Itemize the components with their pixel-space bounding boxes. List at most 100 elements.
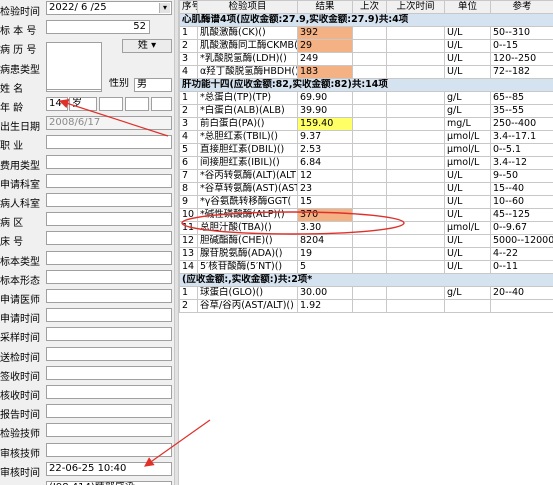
cell-result: 159.40 [297,117,353,131]
cell-result: 183 [297,65,353,79]
group-header-row[interactable]: 心肌酶谱4项(应收金额:27.9,实收金额:27.9)共:4项 [179,13,553,27]
field-input-brks[interactable] [46,193,172,207]
field-input-jyjs[interactable] [46,423,172,438]
field-input-bblx[interactable] [46,250,172,265]
column-header[interactable]: 序号 [179,0,198,14]
patient-id-box[interactable] [46,42,102,90]
result-row[interactable]: 11 总胆汁酸(TBA)() 3.30 μmol/L 0--9.67 [179,221,553,235]
column-header[interactable]: 上次时间 [386,0,445,14]
age-extra-input[interactable] [99,97,123,111]
field-input-sjsj[interactable] [46,346,172,361]
cell-reference: 0--15 [490,39,553,53]
field-input-hjsj[interactable] [46,385,172,399]
field-input-bbh[interactable]: 52 [46,20,150,35]
result-row[interactable]: 7 *谷丙转氨酶(ALT)(ALT 12 U/L 9--50 [179,169,553,183]
cell-unit: U/L [444,39,491,53]
field-row-bq: 病 区 [0,211,174,230]
result-row[interactable]: 10 *碱性磷酸酶(ALP)() 370 U/L 45--125 [179,208,553,222]
field-input-cysj[interactable] [46,327,172,342]
field-input-bbxt[interactable] [46,269,172,284]
result-row[interactable]: 8 *谷草转氨酶(AST)(AST 23 U/L 15--40 [179,182,553,196]
field-input-sqys[interactable] [46,289,172,303]
date-dropdown-icon[interactable]: ▾ [159,3,170,13]
field-input-shjs[interactable] [46,442,172,457]
result-row[interactable]: 2 谷草/谷丙(AST/ALT)() 1.92 [179,299,553,313]
result-row[interactable]: 1 *总蛋白(TP)(TP) 69.90 g/L 65--85 [179,91,553,105]
column-header[interactable]: 参考 [490,0,553,14]
age-extra-input[interactable] [151,97,172,111]
field-input-zy[interactable] [46,135,172,150]
cell-reference: 250--400 [490,117,553,131]
cell-unit: μmol/L [444,221,491,235]
field-row-sqks: 申请科室 [0,173,174,192]
result-row[interactable]: 14 5′核苷酸酶(5′NT)() 5 U/L 0--11 [179,260,553,274]
field-input-ch[interactable] [46,231,172,246]
result-row[interactable]: 12 胆碱酯酶(CHE)() 8204 U/L 5000--12000 [179,234,553,248]
field-input-nl[interactable]: 14 [46,97,68,111]
cell-last-time [386,52,445,66]
result-row[interactable]: 2 肌酸激酶同工酶CKMB() 29 U/L 0--15 [179,39,553,53]
cell-item-name: 肌酸激酶同工酶CKMB() [197,39,298,53]
cell-index: 5 [179,143,198,157]
age-extra-input[interactable] [125,97,149,111]
field-row-lczd: 临床诊断(J98.414)肺部感染 [0,480,174,485]
cell-unit: mg/L [444,117,491,131]
field-row-zy: 职 业 [0,134,174,153]
field-input-sqsj[interactable] [46,308,172,323]
field-label-zy: 职 业 [0,141,24,153]
field-row-sqsj: 申请时间 [0,307,174,326]
age-unit[interactable]: 岁 [69,97,97,111]
field-input-bq[interactable] [46,212,172,227]
cell-index: 1 [179,91,198,105]
column-header[interactable]: 上次 [352,0,387,14]
cell-last-time [386,195,445,209]
group-header-row[interactable]: 肝功能十四(应收金额:82,实收金额:82)共:14项 [179,78,553,92]
cell-item-name: 肌酸激酶(CK)() [197,26,298,40]
field-row-ch: 床 号 [0,230,174,249]
result-row[interactable]: 1 肌酸激酶(CK)() 392 U/L 50--310 [179,26,553,40]
field-input-lczd[interactable]: (J98.414)肺部感染 [46,481,172,485]
result-row[interactable]: 4 *总胆红素(TBIL)() 9.37 μmol/L 3.4--17.1 [179,130,553,144]
cell-unit: U/L [444,195,491,209]
field-row-shsj: 审核时间 22-06-25 10:40 [0,461,174,480]
field-input-qssj[interactable] [46,365,172,380]
field-input-csrq[interactable]: 2008/6/17 [46,116,172,131]
sex-input[interactable]: 男 [134,77,172,92]
cell-unit: U/L [444,65,491,79]
result-row[interactable]: 5 直接胆红素(DBIL)() 2.53 μmol/L 0--5.1 [179,143,553,157]
cell-result: 2.53 [297,143,353,157]
cell-reference: 72--182 [490,65,553,79]
field-input-bgsj[interactable] [46,404,172,419]
field-label-csrq: 出生日期 [0,122,40,134]
cell-reference: 4--22 [490,247,553,261]
cell-item-name: *γ谷氨酰转移酶GGT( [197,195,298,209]
result-row[interactable]: 4 α羟丁酸脱氢酶HBDH() 183 U/L 72--182 [179,65,553,79]
cell-reference: 0--9.67 [490,221,553,235]
group-title: 心肌酶谱4项(应收金额:27.9,实收金额:27.9)共:4项 [179,13,553,27]
column-header[interactable]: 结果 [297,0,353,14]
result-row[interactable]: 3 *乳酸脱氢酶(LDH)() 249 U/L 120--250 [179,52,553,66]
result-row[interactable]: 2 *白蛋白(ALB)(ALB) 39.90 g/L 35--55 [179,104,553,118]
cell-unit: g/L [444,91,491,105]
cell-unit: μmol/L [444,156,491,170]
result-row[interactable]: 9 *γ谷氨酰转移酶GGT(15 U/L 10--60 [179,195,553,209]
column-header[interactable]: 检验项目 [197,0,298,14]
result-row[interactable]: 6 间接胆红素(IBIL)() 6.84 μmol/L 3.4--12 [179,156,553,170]
cell-last-time [386,247,445,261]
cell-last-time [386,130,445,144]
result-row[interactable]: 13 腺苷脱氨酶(ADA)() 19 U/L 4--22 [179,247,553,261]
field-label-qssj: 签收时间 [0,371,40,383]
field-input-sqks[interactable] [46,173,172,188]
result-row[interactable]: 3 前白蛋白(PA)() 159.40 mg/L 250--400 [179,117,553,131]
cell-reference: 15--40 [490,182,553,196]
cell-item-name: 腺苷脱氨酶(ADA)() [197,247,298,261]
cell-item-name: 胆碱酯酶(CHE)() [197,234,298,248]
field-input-fylx[interactable] [46,154,172,169]
field-input-shsj[interactable]: 22-06-25 10:40 [46,461,172,476]
column-header[interactable]: 单位 [444,0,491,14]
name-type-dropdown[interactable]: 姓 ▾ [122,39,172,54]
group-title: 肝功能十四(应收金额:82,实收金额:82)共:14项 [179,78,553,92]
result-row[interactable]: 1 球蛋白(GLO)() 30.00 g/L 20--40 [179,286,553,300]
group-header-row[interactable]: (应收金额:,实收金额:)共:2项* [179,273,553,287]
field-input-jyrq[interactable]: 2022/ 6 /25 ▾ [46,1,172,15]
